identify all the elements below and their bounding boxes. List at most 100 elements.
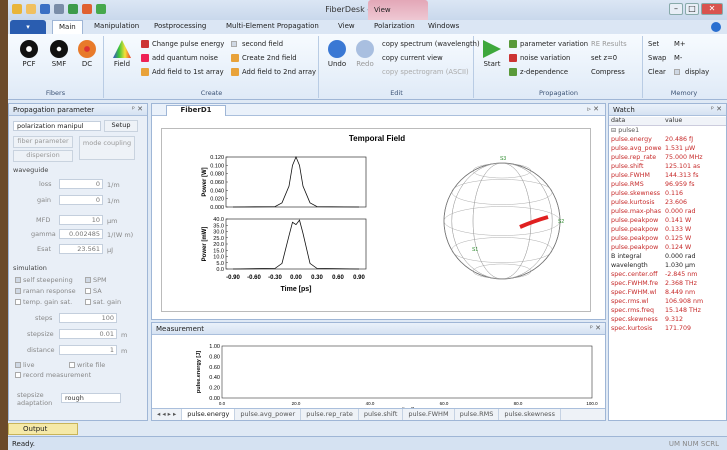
mode-coupling-button[interactable]: mode coupling	[79, 136, 135, 160]
temp-gain-sat-checkbox[interactable]: temp. gain sat.	[15, 298, 72, 306]
measurement-close-icon[interactable]: ᵖ ✕	[590, 324, 601, 332]
self-steepening-checkbox[interactable]: self steepening	[15, 276, 73, 284]
create-2nd-field-button[interactable]: Create 2nd field	[231, 54, 297, 62]
redo-button[interactable]: Redo	[352, 40, 378, 68]
memory-swap-button[interactable]: Swap	[648, 54, 666, 62]
change-pulse-energy-button[interactable]: Change pulse energy	[141, 40, 224, 48]
maximize-button[interactable]: □	[685, 3, 699, 15]
copy-current-view-button[interactable]: copy current view	[382, 54, 443, 62]
watch-row[interactable]: wavelength 1.030 µm	[609, 261, 726, 270]
pin-icon[interactable]: ᵖ ✕	[132, 105, 143, 113]
help-icon[interactable]	[711, 22, 721, 32]
spm-checkbox[interactable]: SPM	[85, 276, 107, 284]
copy-spectrum-button[interactable]: copy spectrum (wavelength)	[382, 40, 480, 48]
watch-row[interactable]: pulse.max-phas 0.000 rad	[609, 207, 726, 216]
add-field-2nd-array-button[interactable]: Add field to 2nd array	[231, 68, 316, 76]
mfd-input[interactable]: 10	[59, 215, 103, 225]
tab-pulse-avg-power[interactable]: pulse.avg_power	[235, 409, 302, 420]
memory-display-checkbox[interactable]: display	[674, 68, 709, 76]
start-button[interactable]: Start	[479, 40, 505, 68]
memory-minus-button[interactable]: M-	[674, 54, 682, 62]
watch-row[interactable]: pulse.rep_rate 75.000 MHz	[609, 153, 726, 162]
add-field-1st-array-button[interactable]: Add field to 1st array	[141, 68, 224, 76]
watch-row[interactable]: pulse.peakpow 0.124 W	[609, 243, 726, 252]
file-button[interactable]: ▾	[10, 20, 46, 34]
watch-row[interactable]: pulse.shift 125.101 as	[609, 162, 726, 171]
memory-plus-button[interactable]: M+	[674, 40, 686, 48]
distance-input[interactable]: 1	[59, 345, 117, 355]
watch-row[interactable]: spec.skewness 9.312	[609, 315, 726, 324]
parameter-variation-button[interactable]: parameter variation	[509, 40, 588, 48]
watch-row[interactable]: spec.FWHM.fre 2.368 THz	[609, 279, 726, 288]
live-checkbox[interactable]: live	[15, 361, 34, 369]
watch-row[interactable]: spec.FWHM.wl 8.449 nm	[609, 288, 726, 297]
dispersion-button[interactable]: dispersion	[13, 150, 73, 162]
watch-row[interactable]: pulse.peakpow 0.125 W	[609, 234, 726, 243]
setup-button[interactable]: Setup	[104, 120, 138, 132]
tab-pulse-rms[interactable]: pulse.RMS	[455, 409, 500, 420]
set-z0-button[interactable]: set z=0	[591, 54, 617, 62]
stepsize-input[interactable]: 0.01	[59, 329, 117, 339]
sat-gain-checkbox[interactable]: sat. gain	[85, 298, 121, 306]
tab-manipulation[interactable]: Manipulation	[94, 22, 139, 30]
watch-row[interactable]: pulse.peakpow 0.141 W	[609, 216, 726, 225]
doc-close-icon[interactable]: ▹ ✕	[587, 105, 599, 113]
tab-pulse-shift[interactable]: pulse.shift	[359, 409, 404, 420]
esat-input[interactable]: 23.561	[59, 244, 103, 254]
dc-button[interactable]: DC	[74, 40, 100, 68]
tab-main[interactable]: Main	[52, 20, 83, 34]
tab-multi-element-propagation[interactable]: Multi-Element Propagation	[226, 22, 319, 30]
write-file-checkbox[interactable]: write file	[69, 361, 105, 369]
tab-view[interactable]: View	[338, 22, 355, 30]
steps-input[interactable]: 100	[59, 313, 117, 323]
watch-row[interactable]: pulse.skewness 0.116	[609, 189, 726, 198]
memory-set-button[interactable]: Set	[648, 40, 659, 48]
copy-spectrogram-button[interactable]: copy spectrogram (ASCII)	[382, 68, 469, 76]
watch-row[interactable]: spec.kurtosis 171.709	[609, 324, 726, 333]
watch-row[interactable]: B integral 0.000 rad	[609, 252, 726, 261]
gamma-input[interactable]: 0.002485	[59, 229, 103, 239]
watch-row[interactable]: pulse.RMS 96.959 fs	[609, 180, 726, 189]
tab-windows[interactable]: Windows	[428, 22, 459, 30]
tab-polarization[interactable]: Polarization	[374, 22, 415, 30]
watch-row[interactable]: spec.center.off -2.845 nm	[609, 270, 726, 279]
noise-variation-button[interactable]: noise variation	[509, 54, 570, 62]
close-button[interactable]: ✕	[701, 3, 723, 15]
record-measurement-checkbox[interactable]: record measurement	[15, 371, 91, 379]
smf-button[interactable]: SMF	[46, 40, 72, 68]
gain-input[interactable]: 0	[59, 195, 103, 205]
stepsize-adaptation-dropdown[interactable]: rough	[61, 393, 121, 403]
re-results-button[interactable]: RE Results	[591, 40, 627, 48]
compress-button[interactable]: Compress	[591, 68, 625, 76]
watch-row[interactable]: pulse.kurtosis 23.606	[609, 198, 726, 207]
watch-close-icon[interactable]: ᵖ ✕	[711, 105, 722, 113]
output-tab[interactable]: Output	[8, 423, 78, 435]
tab-pulse-energy[interactable]: pulse.energy	[182, 409, 236, 420]
sa-checkbox[interactable]: SA	[85, 287, 102, 295]
watch-group[interactable]: ⊟ pulse1	[609, 126, 726, 135]
tab-pulse-fwhm[interactable]: pulse.FWHM	[403, 409, 455, 420]
pcf-button[interactable]: PCF	[16, 40, 42, 68]
nav-arrows[interactable]: ◂ ◂ ▸ ▸	[152, 409, 183, 420]
loss-input[interactable]: 0	[59, 179, 103, 189]
memory-clear-button[interactable]: Clear	[648, 68, 666, 76]
field-button[interactable]: Field	[109, 40, 135, 68]
minimize-button[interactable]: –	[669, 3, 683, 15]
watch-row[interactable]: spec.rms.freq 15.148 THz	[609, 306, 726, 315]
z-dependence-button[interactable]: z-dependence	[509, 68, 568, 76]
polarization-dropdown[interactable]: polarization manipul	[13, 121, 101, 131]
fiber-parameter-button[interactable]: fiber parameter	[13, 136, 73, 148]
watch-row[interactable]: spec.rms.wl 106.908 nm	[609, 297, 726, 306]
watch-row[interactable]: pulse.energy 20.486 fJ	[609, 135, 726, 144]
undo-button[interactable]: Undo	[324, 40, 350, 68]
second-field-checkbox[interactable]: second field	[231, 40, 283, 48]
tab-pulse-skewness[interactable]: pulse.skewness	[499, 409, 561, 420]
raman-checkbox[interactable]: raman response	[15, 287, 76, 295]
tab-pulse-rep-rate[interactable]: pulse.rep_rate	[301, 409, 359, 420]
tab-postprocessing[interactable]: Postprocessing	[154, 22, 206, 30]
watch-row[interactable]: pulse.FWHM 144.313 fs	[609, 171, 726, 180]
tab-fiberd1[interactable]: FiberD1	[166, 105, 226, 116]
add-quantum-noise-button[interactable]: add quantum noise	[141, 54, 218, 62]
watch-row[interactable]: pulse.peakpow 0.133 W	[609, 225, 726, 234]
watch-row[interactable]: pulse.avg_powe 1.531 µW	[609, 144, 726, 153]
